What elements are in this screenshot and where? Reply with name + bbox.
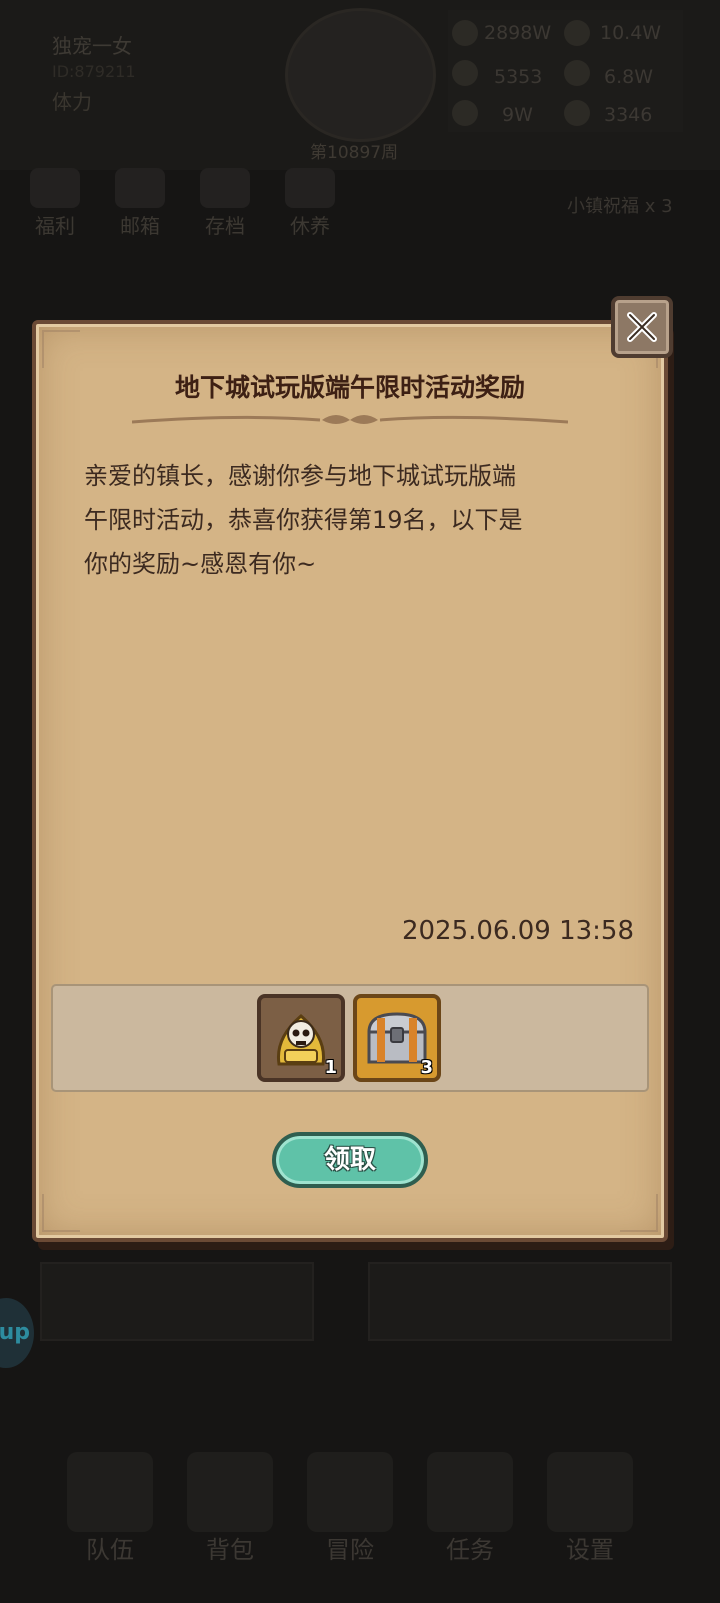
gift-icon <box>30 168 80 208</box>
wood-icon <box>564 20 590 46</box>
team-icon <box>67 1452 153 1532</box>
close-button[interactable] <box>611 296 673 358</box>
mail-dialog: 地下城试玩版端午限时活动奖励 亲爱的镇长，感谢你参与地下城试玩版端 午限时活动，… <box>32 320 668 1242</box>
brick-icon <box>564 60 590 86</box>
menu-label: 存档 <box>205 214 245 238</box>
corner-ornament <box>42 330 80 368</box>
resource-wood: 10.4W <box>600 22 662 44</box>
task-icon <box>427 1452 513 1532</box>
reward-count: 1 <box>324 1057 337 1078</box>
resource-meat: 9W <box>502 104 533 126</box>
coin-icon <box>452 20 478 46</box>
backpack-icon <box>187 1452 273 1532</box>
resource-brick: 6.8W <box>604 66 654 88</box>
menu-welfare[interactable]: 福利 <box>25 168 85 239</box>
ore-icon <box>452 60 478 86</box>
menu-label: 休养 <box>290 214 330 238</box>
nav-bag[interactable]: 背包 <box>175 1452 285 1565</box>
stamina-label: 体力 <box>52 90 92 114</box>
mail-timestamp: 2025.06.09 13:58 <box>401 916 634 946</box>
mail-icon <box>115 168 165 208</box>
reward-item[interactable]: 3 <box>353 994 441 1082</box>
save-icon <box>200 168 250 208</box>
menu-save[interactable]: 存档 <box>195 168 255 239</box>
title-divider-ornament <box>132 415 568 424</box>
week-label: 第10897周 <box>310 143 399 163</box>
menu-label: 邮箱 <box>120 214 160 238</box>
top-status-bar: 独宠一女 ID:879211 体力 第10897周 2898W 10.4W 53… <box>0 0 720 170</box>
mail-title: 地下城试玩版端午限时活动奖励 <box>174 373 525 402</box>
resource-ore: 5353 <box>494 66 543 88</box>
town-bless-label: 小镇祝福 x 3 <box>567 196 673 217</box>
nav-label: 设置 <box>566 1536 614 1564</box>
reward-item[interactable]: 1 <box>257 994 345 1082</box>
bed-icon <box>285 168 335 208</box>
menu-rest[interactable]: 休养 <box>280 168 340 239</box>
nav-settings[interactable]: 设置 <box>535 1452 645 1565</box>
gem-icon <box>564 100 590 126</box>
resource-gem: 3346 <box>604 104 653 126</box>
nav-label: 冒险 <box>326 1536 374 1564</box>
avatar <box>285 8 436 142</box>
nav-label: 背包 <box>206 1536 254 1564</box>
nav-tasks[interactable]: 任务 <box>415 1452 525 1565</box>
nav-team[interactable]: 队伍 <box>55 1452 165 1565</box>
meat-icon <box>452 100 478 126</box>
nav-label: 队伍 <box>86 1536 134 1564</box>
corner-ornament <box>620 1194 658 1232</box>
swords-icon <box>307 1452 393 1532</box>
claim-button[interactable]: 领取 <box>272 1132 428 1188</box>
gear-icon <box>547 1452 633 1532</box>
corner-ornament <box>42 1194 80 1232</box>
menu-label: 福利 <box>35 214 75 238</box>
reward-list: 1 3 <box>51 984 649 1092</box>
nav-adventure[interactable]: 冒险 <box>295 1452 405 1565</box>
background-panel-left <box>40 1262 314 1341</box>
player-name: 独宠一女 <box>52 34 132 58</box>
reward-count: 3 <box>420 1057 433 1078</box>
resource-coin: 2898W <box>484 22 552 44</box>
mail-message: 亲爱的镇长，感谢你参与地下城试玩版端 午限时活动，恭喜你获得第19名，以下是 你… <box>84 462 523 578</box>
menu-mailbox[interactable]: 邮箱 <box>110 168 170 239</box>
background-panel-right <box>368 1262 672 1341</box>
side-up-button[interactable]: up <box>0 1298 34 1368</box>
nav-label: 任务 <box>446 1536 494 1564</box>
resource-panel: 2898W 10.4W 5353 6.8W 9W 3346 <box>448 10 683 132</box>
close-icon <box>627 312 657 342</box>
player-id: ID:879211 <box>52 62 136 81</box>
